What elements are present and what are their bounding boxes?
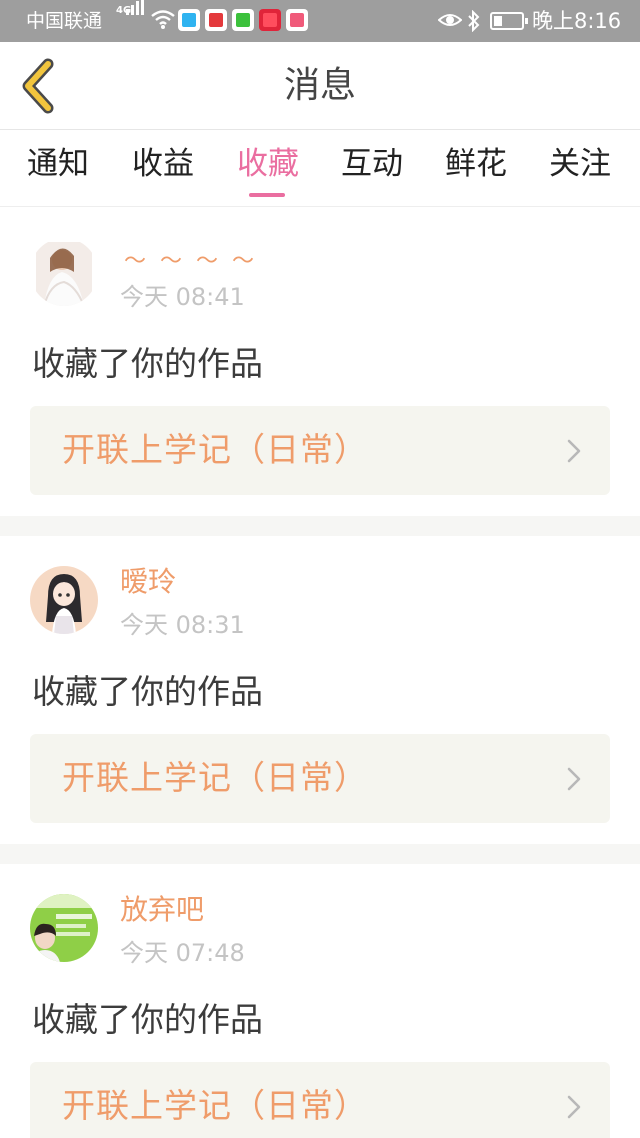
- tab-label: 收藏: [237, 146, 299, 182]
- xiaohongshu-icon: [259, 9, 281, 31]
- divider: [0, 516, 640, 536]
- list-item: 放弃吧 今天 07:48 收藏了你的作品 开联上学记（日常）: [0, 864, 640, 1138]
- divider: [0, 844, 640, 864]
- avatar[interactable]: [30, 238, 98, 306]
- work-link[interactable]: 开联上学记（日常）: [30, 734, 610, 823]
- active-tab-indicator: [249, 193, 285, 197]
- work-title: 开联上学记（日常）: [62, 758, 368, 797]
- username[interactable]: 暧玲: [120, 564, 176, 600]
- tab-notifications[interactable]: 通知: [6, 131, 110, 207]
- tab-interactions[interactable]: 互动: [320, 131, 424, 207]
- tab-bar: 通知 收益 收藏 互动 鲜花 关注: [0, 131, 640, 207]
- username[interactable]: 放弃吧: [120, 892, 204, 928]
- action-text: 收藏了你的作品: [32, 344, 263, 383]
- eye-icon: [438, 14, 462, 26]
- tab-label: 鲜花: [445, 146, 507, 182]
- iqiyi-icon: [232, 9, 254, 31]
- tab-flowers[interactable]: 鲜花: [424, 131, 528, 207]
- battery-icon: [490, 12, 528, 30]
- header-bar: 消息: [0, 42, 640, 130]
- chevron-right-icon: [567, 439, 581, 463]
- tab-label: 通知: [27, 146, 89, 182]
- avatar[interactable]: [30, 894, 98, 962]
- status-bar: 中国联通 4G 晚上8:16: [0, 0, 640, 42]
- timestamp: 今天 08:41: [120, 283, 245, 311]
- status-time: 晚上8:16: [532, 9, 622, 33]
- list-item: 暧玲 今天 08:31 收藏了你的作品 开联上学记（日常）: [0, 536, 640, 844]
- chevron-right-icon: [567, 767, 581, 791]
- work-title: 开联上学记（日常）: [62, 1086, 368, 1125]
- tab-favorites[interactable]: 收藏: [216, 131, 320, 207]
- action-text: 收藏了你的作品: [32, 1000, 263, 1039]
- tencent-video-icon: [178, 9, 200, 31]
- chevron-right-icon: [567, 1095, 581, 1119]
- timestamp: 今天 07:48: [120, 939, 245, 967]
- signal-icon: 4G: [116, 0, 148, 34]
- tab-earnings[interactable]: 收益: [111, 131, 215, 207]
- username[interactable]: ～～～～: [124, 244, 268, 280]
- youku-icon: [286, 9, 308, 31]
- work-link[interactable]: 开联上学记（日常）: [30, 406, 610, 495]
- sina-icon: [205, 9, 227, 31]
- bluetooth-icon: [468, 10, 480, 32]
- page-title: 消息: [283, 65, 356, 106]
- work-title: 开联上学记（日常）: [62, 430, 368, 469]
- timestamp: 今天 08:31: [120, 611, 245, 639]
- list-item: ～～～～ 今天 08:41 收藏了你的作品 开联上学记（日常）: [0, 208, 640, 516]
- avatar[interactable]: [30, 566, 98, 634]
- work-link[interactable]: 开联上学记（日常）: [30, 1062, 610, 1138]
- action-text: 收藏了你的作品: [32, 672, 263, 711]
- tab-following[interactable]: 关注: [528, 131, 632, 207]
- wifi-icon: [151, 10, 175, 29]
- carrier-name: 中国联通: [26, 10, 103, 32]
- tab-label: 收益: [132, 146, 194, 182]
- tab-label: 关注: [549, 146, 611, 182]
- tab-label: 互动: [341, 146, 403, 182]
